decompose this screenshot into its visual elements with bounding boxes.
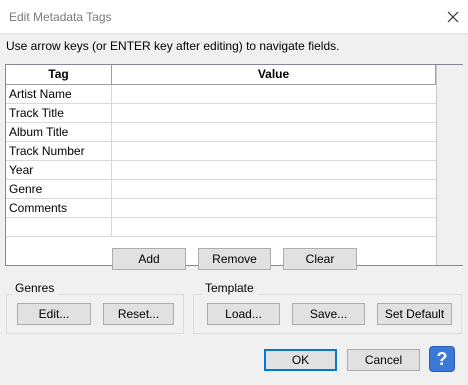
- template-load-button[interactable]: Load...: [207, 303, 280, 325]
- table-row[interactable]: Comments: [6, 199, 436, 218]
- tag-cell[interactable]: Artist Name: [6, 85, 112, 103]
- tag-cell[interactable]: Genre: [6, 180, 112, 198]
- template-group-label: Template: [202, 281, 257, 295]
- grid-header: Tag Value: [6, 65, 436, 85]
- add-button[interactable]: Add: [112, 248, 186, 270]
- template-save-button[interactable]: Save...: [292, 303, 365, 325]
- column-header-tag[interactable]: Tag: [6, 65, 112, 84]
- close-button[interactable]: [441, 7, 465, 27]
- grid-rows: Artist Name Track Title Album Title Track N…: [6, 85, 436, 237]
- table-row[interactable]: Genre: [6, 180, 436, 199]
- metadata-grid[interactable]: Tag Value Artist Name Track Title Album Ti…: [5, 64, 463, 266]
- cancel-button[interactable]: Cancel: [347, 349, 420, 371]
- value-cell[interactable]: [112, 161, 436, 179]
- value-cell[interactable]: [112, 199, 436, 217]
- value-cell[interactable]: [112, 142, 436, 160]
- close-icon: [447, 11, 459, 23]
- tag-cell[interactable]: Track Number: [6, 142, 112, 160]
- tag-cell[interactable]: Track Title: [6, 104, 112, 122]
- genres-group-label: Genres: [12, 281, 58, 295]
- help-icon: ?: [436, 349, 448, 369]
- table-row[interactable]: Track Title: [6, 104, 436, 123]
- template-set-default-button[interactable]: Set Default: [377, 303, 452, 325]
- tag-cell[interactable]: Comments: [6, 199, 112, 217]
- value-cell[interactable]: [112, 123, 436, 141]
- table-row[interactable]: Album Title: [6, 123, 436, 142]
- ok-button[interactable]: OK: [264, 349, 337, 371]
- clear-button[interactable]: Clear: [283, 248, 357, 270]
- column-header-value[interactable]: Value: [112, 65, 436, 84]
- table-row[interactable]: Track Number: [6, 142, 436, 161]
- title-bar: Edit Metadata Tags: [0, 0, 468, 33]
- value-cell[interactable]: [112, 104, 436, 122]
- remove-button[interactable]: Remove: [198, 248, 271, 270]
- genres-reset-button[interactable]: Reset...: [103, 303, 174, 325]
- window-title: Edit Metadata Tags: [9, 10, 112, 24]
- instructions-text: Use arrow keys (or ENTER key after editi…: [6, 39, 340, 53]
- table-row[interactable]: [6, 218, 436, 237]
- genres-edit-button[interactable]: Edit...: [17, 303, 91, 325]
- value-cell[interactable]: [112, 85, 436, 103]
- help-button[interactable]: ?: [429, 346, 455, 372]
- table-row[interactable]: Artist Name: [6, 85, 436, 104]
- tag-cell[interactable]: [6, 218, 112, 236]
- table-row[interactable]: Year: [6, 161, 436, 180]
- value-cell[interactable]: [112, 180, 436, 198]
- grid-scrollbar-area: [436, 65, 463, 265]
- dialog-body: Use arrow keys (or ENTER key after editi…: [0, 33, 468, 385]
- tag-cell[interactable]: Year: [6, 161, 112, 179]
- tag-cell[interactable]: Album Title: [6, 123, 112, 141]
- value-cell[interactable]: [112, 218, 436, 236]
